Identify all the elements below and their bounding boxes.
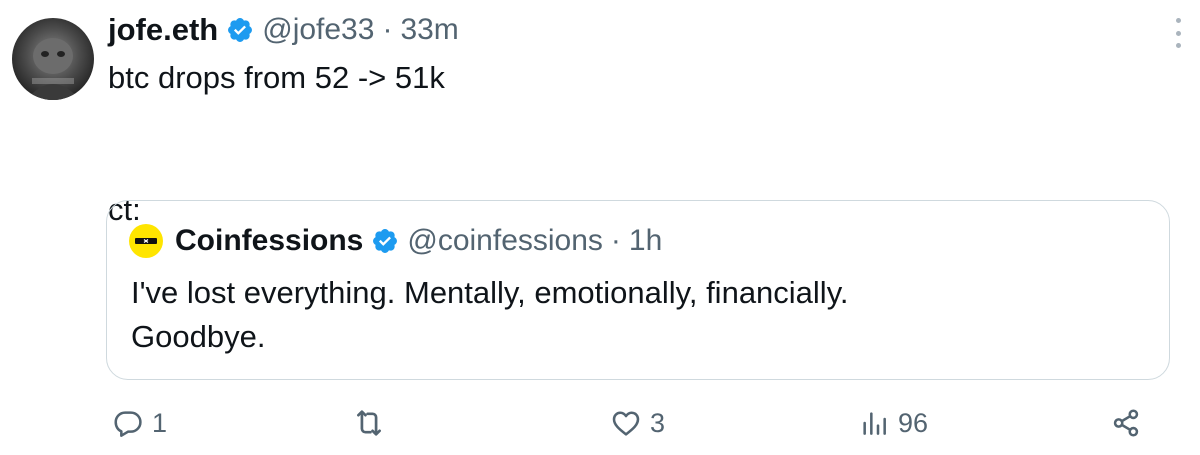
- like-button[interactable]: 3: [610, 403, 665, 443]
- share-icon: [1113, 409, 1139, 437]
- tweet-header: jofe.eth @jofe33 · 33m: [108, 8, 459, 52]
- author-handle[interactable]: @jofe33: [262, 13, 374, 47]
- quoted-author-display-name: Coinfessions: [175, 224, 364, 257]
- mask-icon: [135, 238, 157, 244]
- author-display-name[interactable]: jofe.eth: [108, 12, 218, 48]
- quoted-tweet-header: Coinfessions @coinfessions · 1h: [129, 221, 662, 261]
- views-icon: [863, 412, 886, 435]
- tweet-timestamp[interactable]: 33m: [400, 13, 458, 47]
- reply-button[interactable]: 1: [112, 403, 167, 443]
- quoted-tweet[interactable]: Coinfessions @coinfessions · 1h I've los…: [106, 200, 1170, 380]
- avatar-image: [26, 38, 80, 100]
- reply-icon: [114, 411, 142, 437]
- views-count: 96: [898, 407, 929, 438]
- quoted-author-avatar: [129, 224, 163, 258]
- repost-button[interactable]: [352, 403, 394, 443]
- separator-dot: ·: [382, 13, 393, 46]
- quoted-verified-badge-icon: [371, 227, 399, 255]
- views-button[interactable]: 96: [858, 403, 928, 443]
- reply-count: 1: [152, 407, 168, 438]
- verified-badge-icon: [226, 16, 254, 44]
- quoted-timestamp: 1h: [628, 224, 663, 257]
- repost-icon: [357, 410, 381, 436]
- quoted-author-handle: @coinfessions: [407, 224, 603, 257]
- tweet: jofe.eth @jofe33 · 33m btc drops from 52…: [0, 0, 1200, 455]
- more-vertical-icon[interactable]: [1174, 18, 1182, 48]
- like-count: 3: [650, 407, 666, 438]
- heart-icon: [612, 411, 640, 436]
- share-button[interactable]: [1110, 403, 1142, 443]
- author-avatar[interactable]: [12, 18, 94, 100]
- quoted-separator-dot: ·: [610, 224, 621, 257]
- quoted-tweet-text: I've lost everything. Mentally, emotiona…: [131, 275, 849, 354]
